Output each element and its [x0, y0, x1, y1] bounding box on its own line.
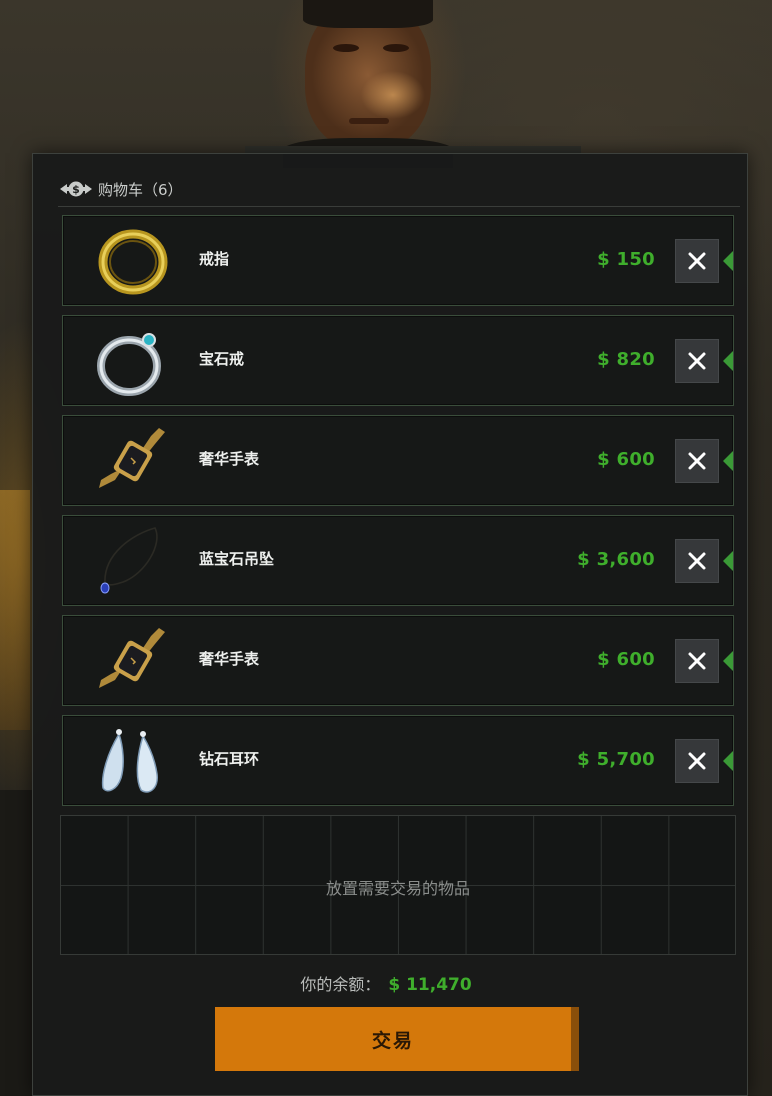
balance-value: $ 11,470 — [388, 975, 472, 995]
background-shadow — [0, 790, 32, 1096]
item-name: 钻石耳环 — [199, 750, 260, 768]
cart-item[interactable]: 戒指 $ 150 — [62, 215, 734, 306]
item-price: $ 600 — [597, 449, 655, 470]
cart-item[interactable]: 蓝宝石吊坠 $ 3,600 — [62, 515, 734, 606]
balance-label: 你的余额： — [300, 975, 381, 994]
remove-item-button[interactable] — [675, 439, 719, 483]
drop-zone-hint: 放置需要交易的物品 — [325, 879, 470, 898]
close-icon — [688, 552, 706, 570]
close-icon — [688, 452, 706, 470]
balance-display: 你的余额： $ 11,470 — [0, 971, 772, 995]
sapphire-pendant-icon — [93, 524, 173, 598]
item-price: $ 5,700 — [577, 749, 655, 770]
cart-item[interactable]: 宝石戒 $ 820 — [62, 315, 734, 406]
gold-ring-icon — [93, 224, 173, 298]
luxury-watch-icon — [93, 424, 173, 498]
close-icon — [688, 752, 706, 770]
item-name: 奢华手表 — [199, 650, 260, 668]
cart-item[interactable]: 钻石耳环 $ 5,700 — [62, 715, 734, 806]
row-arrow-icon — [723, 551, 733, 571]
gem-ring-icon — [93, 324, 173, 398]
cart-title: 购物车（6） — [98, 180, 183, 199]
background-light-strip — [0, 490, 30, 730]
trade-currency-icon: $ — [58, 179, 94, 199]
luxury-watch-icon — [93, 624, 173, 698]
close-icon — [688, 352, 706, 370]
header-divider — [58, 206, 740, 207]
remove-item-button[interactable] — [675, 539, 719, 583]
item-price: $ 820 — [597, 349, 655, 370]
cart-item[interactable]: 奢华手表 $ 600 — [62, 615, 734, 706]
close-icon — [688, 652, 706, 670]
item-name: 戒指 — [199, 250, 230, 268]
item-name: 宝石戒 — [199, 350, 245, 368]
row-arrow-icon — [723, 251, 733, 271]
item-price: $ 600 — [597, 649, 655, 670]
cart-header: $ 购物车（6） — [58, 178, 183, 200]
trade-button[interactable]: 交易 — [215, 1007, 579, 1071]
cart-item[interactable]: 奢华手表 $ 600 — [62, 415, 734, 506]
item-name: 蓝宝石吊坠 — [199, 550, 275, 568]
row-arrow-icon — [723, 751, 733, 771]
remove-item-button[interactable] — [675, 239, 719, 283]
close-icon — [688, 252, 706, 270]
item-name: 奢华手表 — [199, 450, 260, 468]
item-price: $ 3,600 — [577, 549, 655, 570]
remove-item-button[interactable] — [675, 739, 719, 783]
remove-item-button[interactable] — [675, 339, 719, 383]
svg-text:$: $ — [72, 183, 80, 196]
merchant-npc — [283, 0, 453, 168]
diamond-earrings-icon — [93, 724, 173, 798]
row-arrow-icon — [723, 351, 733, 371]
item-price: $ 150 — [597, 249, 655, 270]
item-drop-zone[interactable]: 放置需要交易的物品 — [60, 815, 736, 955]
row-arrow-icon — [723, 451, 733, 471]
remove-item-button[interactable] — [675, 639, 719, 683]
row-arrow-icon — [723, 651, 733, 671]
